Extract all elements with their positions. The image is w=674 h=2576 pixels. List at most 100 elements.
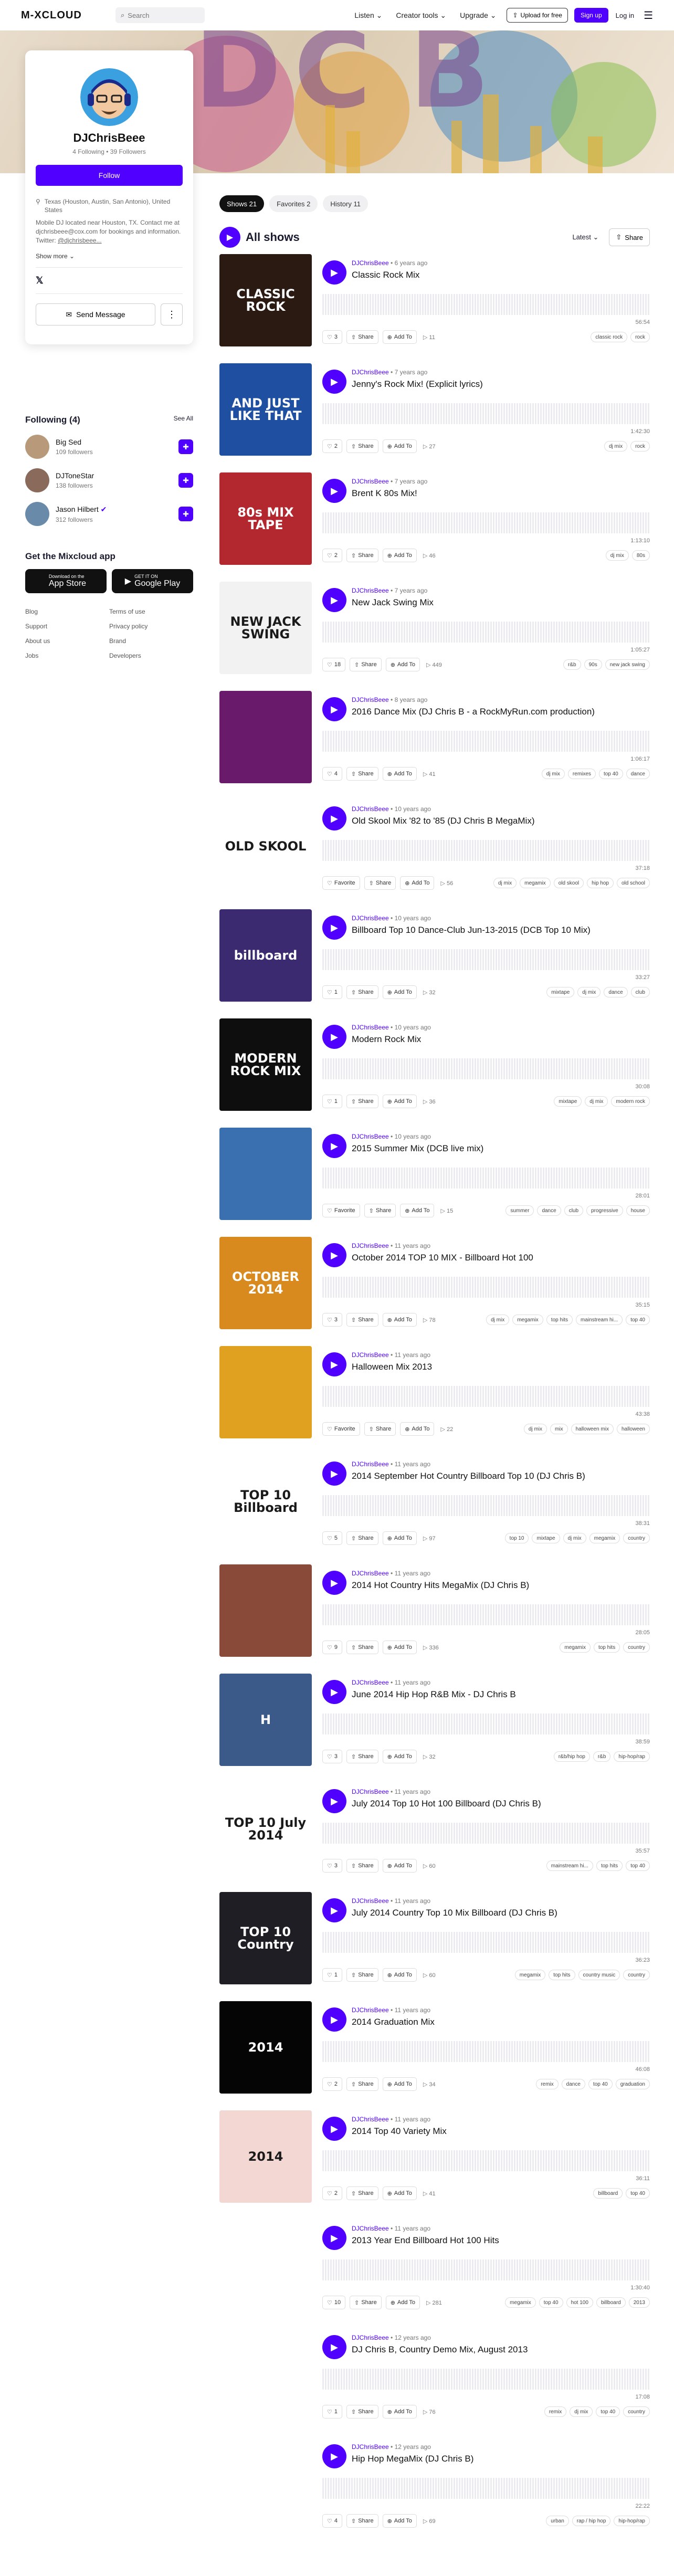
play-icon[interactable]: ▶ — [322, 1134, 346, 1158]
show-tag[interactable]: mixtape — [554, 1096, 582, 1107]
share-button[interactable]: ⇧ Share — [346, 1750, 378, 1763]
follow-button[interactable]: Follow — [36, 165, 183, 186]
add-to-button[interactable]: ⊕ Add To — [400, 876, 435, 890]
nav-upgrade[interactable]: Upgrade ⌄ — [460, 11, 496, 20]
show-artwork[interactable]: TOP 10 July 2014 — [219, 1783, 312, 1875]
show-title[interactable]: Classic Rock Mix — [352, 270, 419, 280]
play-icon[interactable]: ▶ — [322, 2335, 346, 2359]
play-icon[interactable]: ▶ — [322, 2226, 346, 2250]
play-icon[interactable]: ▶ — [322, 1680, 346, 1704]
show-tag[interactable]: top 40 — [626, 1860, 650, 1871]
waveform[interactable] — [322, 2478, 650, 2499]
show-tag[interactable]: summer — [506, 1205, 534, 1216]
following-item[interactable]: Jason Hilbert ✔ 312 followers ✚ — [25, 502, 193, 526]
show-title[interactable]: Billboard Top 10 Dance-Club Jun-13-2015 … — [352, 925, 591, 935]
play-icon[interactable]: ▶ — [322, 2444, 346, 2468]
show-tag[interactable]: top 10 — [504, 1533, 529, 1543]
share-button[interactable]: ⇧ Share — [346, 767, 378, 781]
tab-history[interactable]: History 11 — [323, 195, 368, 212]
show-artwork[interactable] — [219, 1346, 312, 1438]
add-to-button[interactable]: ⊕ Add To — [382, 1095, 417, 1108]
show-tag[interactable]: rock — [630, 441, 650, 451]
play-icon[interactable]: ▶ — [322, 1571, 346, 1595]
x-twitter-icon[interactable]: 𝕏 — [36, 275, 183, 286]
waveform[interactable] — [322, 1058, 650, 1079]
upload-button[interactable]: ⇪ Upload for free — [507, 8, 568, 23]
favorite-button[interactable]: ♡ 4 — [322, 767, 342, 781]
show-artwork[interactable]: billboard — [219, 909, 312, 1002]
show-tag[interactable]: house — [626, 1205, 650, 1216]
play-all-icon[interactable]: ▶ — [219, 227, 240, 248]
show-tag[interactable]: new jack swing — [605, 659, 650, 670]
follow-user-icon[interactable]: ✚ — [178, 439, 193, 454]
show-tag[interactable]: halloween — [616, 1424, 650, 1434]
see-all-link[interactable]: See All — [174, 415, 193, 425]
show-artwork[interactable]: AND JUST LIKE THAT — [219, 363, 312, 456]
share-button[interactable]: ⇧ Share — [346, 2077, 378, 2091]
show-tag[interactable]: r&b — [593, 1751, 611, 1762]
show-tag[interactable]: top hits — [549, 1970, 575, 1980]
add-to-button[interactable]: ⊕ Add To — [382, 1641, 417, 1654]
play-icon[interactable]: ▶ — [322, 1462, 346, 1486]
add-to-button[interactable]: ⊕ Add To — [382, 2077, 417, 2091]
show-tag[interactable]: top 40 — [596, 2406, 620, 2417]
play-icon[interactable]: ▶ — [322, 1025, 346, 1049]
show-artwork[interactable]: TOP 10 Billboard — [219, 1455, 312, 1548]
show-tag[interactable]: mainstream hi... — [576, 1315, 623, 1325]
share-button[interactable]: ⇧ Share — [346, 330, 378, 344]
show-tag[interactable]: dj mix — [493, 878, 517, 888]
app-store-button[interactable]: Download on the App Store — [25, 569, 107, 593]
show-owner-link[interactable]: DJChrisBeee — [352, 2443, 389, 2451]
add-to-button[interactable]: ⊕ Add To — [400, 1422, 435, 1436]
show-owner-link[interactable]: DJChrisBeee — [352, 587, 389, 594]
play-icon[interactable]: ▶ — [322, 1898, 346, 1922]
footer-link-support[interactable]: Support — [25, 623, 109, 630]
show-owner-link[interactable]: DJChrisBeee — [352, 1788, 389, 1795]
follow-user-icon[interactable]: ✚ — [178, 473, 193, 488]
share-all-button[interactable]: ⇧ Share — [609, 228, 650, 246]
show-title[interactable]: 2014 Top 40 Variety Mix — [352, 2126, 447, 2137]
favorite-button[interactable]: ♡ Favorite — [322, 876, 360, 890]
footer-link-jobs[interactable]: Jobs — [25, 652, 109, 659]
show-title[interactable]: 2013 Year End Billboard Hot 100 Hits — [352, 2235, 499, 2246]
show-tag[interactable]: remixes — [567, 769, 596, 779]
favorite-button[interactable]: ♡ 4 — [322, 2514, 342, 2528]
show-tag[interactable]: top 40 — [626, 1315, 650, 1325]
waveform[interactable] — [322, 840, 650, 861]
add-to-button[interactable]: ⊕ Add To — [382, 439, 417, 453]
show-owner-link[interactable]: DJChrisBeee — [352, 1024, 389, 1031]
show-tag[interactable]: top 40 — [598, 769, 623, 779]
share-button[interactable]: ⇧ Share — [346, 1531, 378, 1545]
show-owner-link[interactable]: DJChrisBeee — [352, 1570, 389, 1577]
show-owner-link[interactable]: DJChrisBeee — [352, 1460, 389, 1468]
favorite-button[interactable]: ♡ 9 — [322, 1641, 342, 1654]
show-tag[interactable]: urban — [546, 2516, 569, 2526]
share-button[interactable]: ⇧ Share — [346, 1641, 378, 1654]
waveform[interactable] — [322, 1823, 650, 1844]
favorite-button[interactable]: ♡ 2 — [322, 439, 342, 453]
add-to-button[interactable]: ⊕ Add To — [400, 1204, 435, 1217]
add-to-button[interactable]: ⊕ Add To — [382, 1968, 417, 1982]
google-play-button[interactable]: ▶ GET IT ON Google Play — [112, 569, 193, 593]
share-button[interactable]: ⇧ Share — [350, 658, 382, 671]
show-tag[interactable]: remix — [544, 2406, 567, 2417]
play-icon[interactable]: ▶ — [322, 806, 346, 830]
show-title[interactable]: Brent K 80s Mix! — [352, 488, 417, 499]
show-owner-link[interactable]: DJChrisBeee — [352, 2006, 389, 2014]
show-tag[interactable]: megamix — [520, 878, 551, 888]
show-tag[interactable]: country — [623, 1533, 650, 1543]
footer-link-developers[interactable]: Developers — [109, 652, 193, 659]
show-owner-link[interactable]: DJChrisBeee — [352, 259, 389, 267]
show-tag[interactable]: dj mix — [541, 769, 565, 779]
signup-button[interactable]: Sign up — [574, 8, 608, 23]
footer-link-blog[interactable]: Blog — [25, 608, 109, 615]
show-tag[interactable]: mixtape — [546, 987, 575, 997]
share-button[interactable]: ⇧ Share — [346, 2405, 378, 2419]
show-tag[interactable]: graduation — [615, 2079, 650, 2089]
play-icon[interactable]: ▶ — [322, 1243, 346, 1267]
show-title[interactable]: Modern Rock Mix — [352, 1034, 421, 1045]
show-tag[interactable]: dj mix — [605, 550, 629, 561]
nav-creator-tools[interactable]: Creator tools ⌄ — [396, 11, 446, 20]
show-owner-link[interactable]: DJChrisBeee — [352, 2225, 389, 2232]
show-artwork[interactable]: 2014 — [219, 2110, 312, 2203]
